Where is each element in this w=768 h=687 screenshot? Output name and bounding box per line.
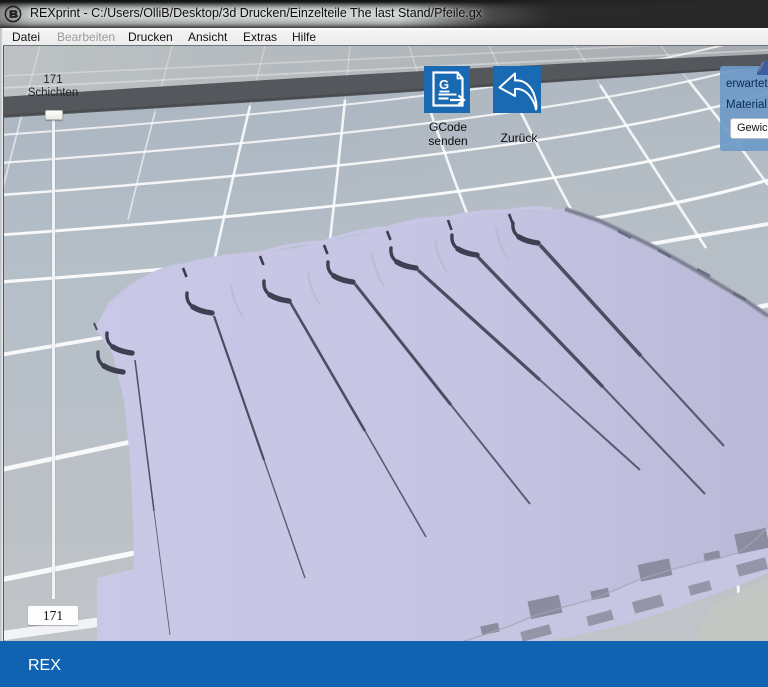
svg-text:G: G (439, 77, 449, 92)
